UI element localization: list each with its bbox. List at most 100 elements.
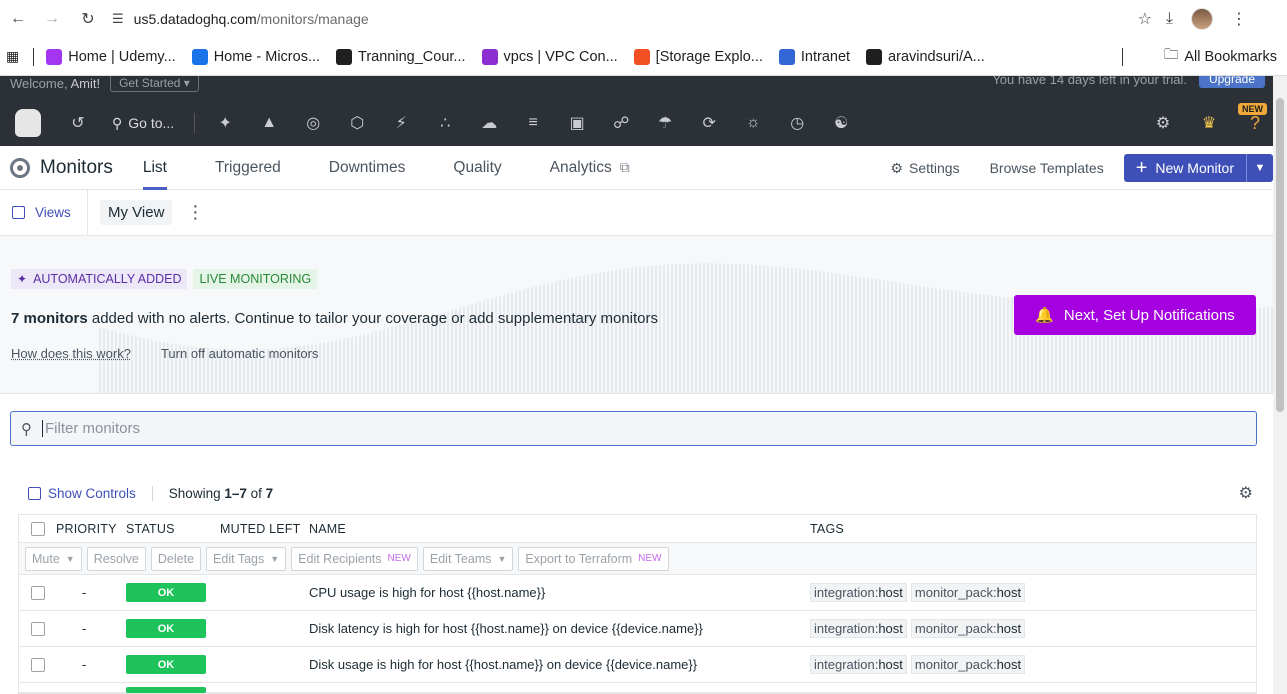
mute-button[interactable]: Mute ▼ [25,546,82,571]
tab-quality[interactable]: Quality [453,146,501,190]
bug-icon[interactable]: ☼ [731,100,775,146]
tab-triggered[interactable]: Triggered [215,146,281,190]
edit-teams-button[interactable]: Edit Teams ▼ [422,546,514,571]
table-row[interactable]: - OK Disk latency is high for host {{host.… [19,611,1256,647]
cloud-icon[interactable]: ☁ [467,100,511,146]
back-icon[interactable]: ← [0,0,36,38]
monitors-table: PRIORITY STATUS MUTED LEFT NAME TAGS Mut… [18,514,1257,694]
service-mgmt-icon[interactable]: ∴ [423,100,467,146]
apm-icon[interactable]: ⚡ [379,100,423,146]
column-status[interactable]: STATUS [126,522,220,536]
bookmark-item[interactable]: Intranet [778,48,850,65]
team-icon[interactable]: ♛ [1187,100,1231,146]
tab-downtimes[interactable]: Downtimes [329,146,406,190]
edit-recipients-button[interactable]: Edit Recipients NEW [291,546,418,571]
tag-chip[interactable]: integration:host [810,655,907,674]
bookmark-item[interactable]: Home - Micros... [191,48,320,65]
page-scrollbar[interactable] [1273,76,1287,694]
tab-list[interactable]: List [142,146,168,190]
row-priority: - [82,657,87,672]
browse-templates-link[interactable]: Browse Templates [990,160,1104,176]
row-tags: integration:host monitor_pack:host [810,583,1256,602]
performance-icon[interactable]: ◷ [775,100,819,146]
monitor-name-link[interactable]: Disk usage is high for host {{host.name}… [309,657,810,672]
scrollbar-thumb[interactable] [1276,98,1284,412]
infrastructure-icon[interactable]: ⬡ [335,100,379,146]
automatically-added-badge: ✦ AUTOMATICALLY ADDED [11,269,188,289]
synthetics-icon[interactable]: ⟳ [687,100,731,146]
tag-chip[interactable]: monitor_pack:host [910,655,1026,674]
export-terraform-button[interactable]: Export to Terraform NEW [518,546,669,571]
get-started-button[interactable]: Get Started ▾ [110,76,199,92]
bookmark-item[interactable]: [Storage Explo... [633,48,763,65]
tab-analytics[interactable]: Analytics ⧉ [550,146,630,190]
browser-menu-icon[interactable]: ⋮ [1231,9,1247,29]
bookmark-item[interactable]: Tranning_Cour... [336,48,466,65]
datadog-logo[interactable] [0,100,56,146]
download-icon[interactable]: ⤓ [1166,10,1173,28]
tag-chip[interactable]: monitor_pack:host [910,619,1026,638]
turn-off-auto-monitors-link[interactable]: Turn off automatic monitors [161,346,319,361]
security-icon[interactable]: ☂ [643,100,687,146]
edit-tags-button[interactable]: Edit Tags ▼ [206,546,287,571]
row-checkbox[interactable] [30,621,45,636]
monitors-icon[interactable]: ◎ [291,100,335,146]
status-badge [126,686,206,693]
bookmark-item[interactable]: Home | Udemy... [46,48,176,65]
profile-avatar[interactable] [1191,8,1213,30]
bookmark-item[interactable]: vpcs | VPC Con... [481,48,618,65]
watchdog-icon[interactable]: ✦ [203,100,247,146]
user-name: Amit! [70,76,101,91]
reload-icon[interactable]: ↻ [70,0,106,38]
logs-icon[interactable]: ≡ [511,100,555,146]
new-monitor-button[interactable]: + New Monitor [1123,154,1246,182]
select-all-checkbox[interactable] [30,521,45,536]
tag-chip[interactable]: integration:host [810,619,907,638]
row-priority: - [82,621,87,636]
integrations-icon[interactable]: ☍ [599,100,643,146]
bookmark-favicon-icon [778,48,795,65]
address-bar[interactable]: ☰ us5.datadoghq.com/monitors/manage ☆ [112,4,1172,34]
table-row[interactable] [19,683,1256,693]
bookmark-item[interactable]: aravindsuri/A... [866,48,985,65]
upgrade-button[interactable]: Upgrade [1198,76,1265,88]
dashboards-icon[interactable]: ▲ [247,100,291,146]
delete-button[interactable]: Delete [150,546,202,571]
resolve-button[interactable]: Resolve [86,546,146,571]
views-button[interactable]: Views [0,189,88,236]
how-does-this-work-link[interactable]: How does this work? [11,346,131,361]
filter-input[interactable] [42,420,1142,437]
bookmark-star-icon[interactable]: ☆ [1138,9,1152,29]
chevron-down-icon[interactable]: ▼ [1246,154,1273,182]
gear-icon[interactable]: ⚙ [1239,483,1253,503]
row-checkbox[interactable] [30,657,45,672]
integrations-puzzle-icon[interactable]: ⚙ [1141,100,1185,146]
tag-chip[interactable]: integration:host [810,583,907,602]
column-priority[interactable]: PRIORITY [56,522,126,536]
tag-chip[interactable]: monitor_pack:host [910,583,1026,602]
table-row[interactable]: - OK Disk usage is high for host {{host.na… [19,647,1256,683]
apps-grid-icon[interactable]: ▦ [6,48,19,65]
show-controls-button[interactable]: Show Controls [28,485,153,501]
metrics-icon[interactable]: ▣ [555,100,599,146]
settings-button[interactable]: ⚙ Settings [890,160,959,177]
setup-notifications-button[interactable]: 🔔 Next, Set Up Notifications [1014,295,1256,335]
current-view[interactable]: My View [100,200,173,225]
all-bookmarks[interactable]: 🗀 All Bookmarks [1164,44,1277,69]
site-info-icon[interactable]: ☰ [112,11,124,27]
new-badge: NEW [1238,103,1267,115]
panel-icon [12,206,25,219]
panel-icon [28,486,41,500]
view-menu-icon[interactable]: ⋮ [186,202,204,223]
table-row[interactable]: - OK CPU usage is high for host {{host.nam… [19,575,1256,611]
goto-search[interactable]: ⚲ Go to... [100,100,186,146]
monitor-name-link[interactable]: Disk latency is high for host {{host.nam… [309,621,810,636]
column-muted-left[interactable]: MUTED LEFT [220,522,309,536]
recent-icon[interactable]: ↺ [56,100,100,146]
row-checkbox[interactable] [30,585,45,600]
rum-icon[interactable]: ☯ [819,100,863,146]
forward-icon[interactable]: → [34,0,70,38]
monitor-name-link[interactable]: CPU usage is high for host {{host.name}} [309,585,810,600]
bookmarks-divider [1122,47,1123,66]
column-name[interactable]: NAME [309,522,810,536]
